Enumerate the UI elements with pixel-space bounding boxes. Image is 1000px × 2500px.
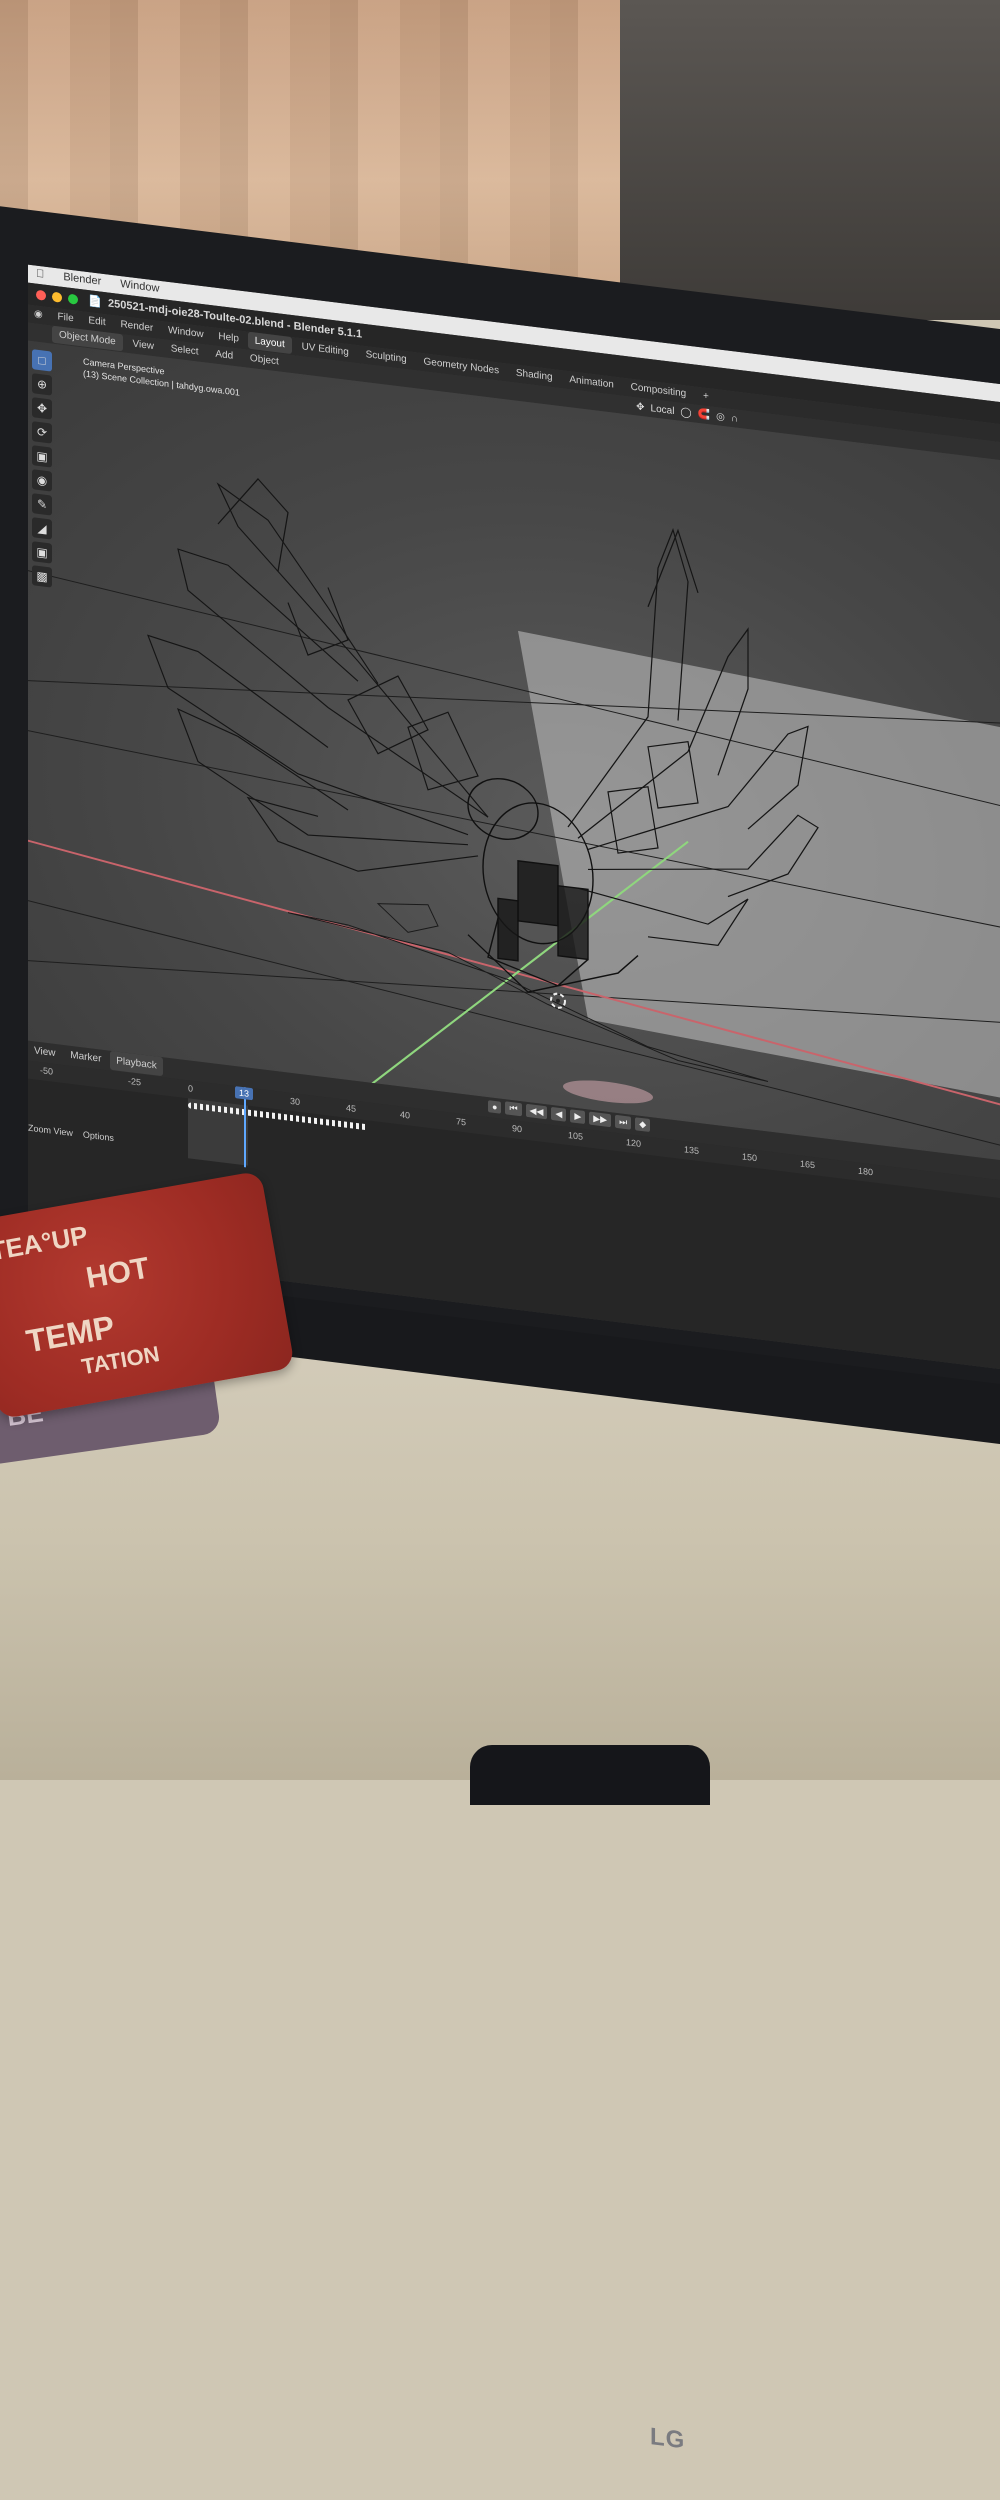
- ruler-tick: 135: [684, 1144, 700, 1157]
- ruler-tick: 105: [568, 1129, 584, 1142]
- record-icon[interactable]: ●: [488, 1099, 502, 1114]
- select-box-tool-icon[interactable]: □: [32, 349, 52, 372]
- play-reverse-icon[interactable]: ◀: [551, 1106, 567, 1122]
- ruler-tick: 180: [858, 1165, 874, 1178]
- snap-icon[interactable]: 🧲: [698, 408, 710, 421]
- 3d-viewport[interactable]: □ ⊕ ✥ ⟳ ▣ ◉ ✎ ◢ ▣ ▩ Camera Perspective (…: [28, 340, 1000, 1165]
- play-icon[interactable]: ▶: [570, 1109, 586, 1125]
- move-tool-icon[interactable]: ✥: [32, 397, 52, 420]
- ruler-tick: 30: [290, 1095, 301, 1108]
- prev-key-icon[interactable]: ◀◀: [525, 1103, 548, 1120]
- scale-tool-icon[interactable]: ▣: [32, 445, 52, 468]
- annotate-tool-icon[interactable]: ✎: [32, 493, 52, 516]
- menu-file[interactable]: File: [52, 308, 80, 328]
- ruler-tick: 45: [346, 1102, 357, 1114]
- brand-logo: LG: [650, 2423, 686, 2455]
- file-icon: 📄: [88, 295, 102, 309]
- tool-shelf: □ ⊕ ✥ ⟳ ▣ ◉ ✎ ◢ ▣ ▩: [32, 349, 54, 588]
- add-cube-tool-icon[interactable]: ▣: [32, 541, 52, 564]
- minimize-window-button[interactable]: [52, 291, 62, 303]
- transform-tool-icon[interactable]: ◉: [32, 469, 52, 492]
- close-window-button[interactable]: [36, 289, 46, 301]
- jump-end-icon[interactable]: ⏭: [615, 1114, 632, 1130]
- phone-on-desk: [470, 1745, 710, 1805]
- ruler-tick: 90: [512, 1123, 523, 1135]
- measure-tool-icon[interactable]: ◢: [32, 517, 52, 540]
- left-wing-wireframe: [147, 478, 489, 872]
- mesh-object: [563, 1080, 653, 1104]
- ruler-tick: 150: [742, 1151, 758, 1164]
- next-key-icon[interactable]: ▶▶: [589, 1111, 612, 1128]
- pivot-icon[interactable]: ◯: [680, 406, 691, 418]
- coaster-text-line1: TEA°UP: [0, 1219, 90, 1267]
- cursor-tool-icon[interactable]: ⊕: [32, 373, 52, 396]
- proportional-edit-icon[interactable]: ◎: [716, 411, 725, 423]
- falloff-icon[interactable]: ∩: [731, 412, 738, 424]
- ruler-tick: 0: [188, 1083, 194, 1094]
- transform-orientation-select[interactable]: Local: [651, 403, 675, 417]
- ruler-tick: 120: [626, 1137, 642, 1149]
- wall-background: [620, 0, 1000, 320]
- wireframe-scene: [28, 478, 1000, 1156]
- add-workspace-button[interactable]: +: [696, 387, 716, 406]
- timeline-footer: Zoom View Options: [28, 1123, 114, 1144]
- jump-start-icon[interactable]: ⏮: [505, 1101, 522, 1117]
- add-object-tool-icon[interactable]: ▩: [32, 565, 52, 588]
- camera-frame: [518, 630, 1000, 1105]
- coaster-text-line2: HOT: [83, 1251, 152, 1296]
- apple-icon[interactable]: : [28, 265, 52, 284]
- blender-logo-icon[interactable]: ◉: [28, 305, 49, 325]
- transform-orientation-icon[interactable]: ✥: [636, 401, 644, 413]
- options-button[interactable]: Options: [83, 1129, 114, 1143]
- rotate-tool-icon[interactable]: ⟳: [32, 421, 52, 444]
- keying-icon[interactable]: ◆: [635, 1117, 651, 1133]
- current-frame-indicator[interactable]: 13: [235, 1086, 254, 1101]
- ruler-tick: -50: [40, 1065, 54, 1077]
- ruler-tick: 165: [800, 1158, 816, 1171]
- zoom-view-button[interactable]: Zoom View: [28, 1123, 73, 1139]
- ruler-tick: 75: [456, 1116, 467, 1128]
- menu-edit[interactable]: Edit: [82, 311, 111, 332]
- ruler-tick: 40: [400, 1109, 411, 1121]
- zoom-window-button[interactable]: [68, 293, 78, 305]
- ruler-tick: -25: [128, 1075, 142, 1088]
